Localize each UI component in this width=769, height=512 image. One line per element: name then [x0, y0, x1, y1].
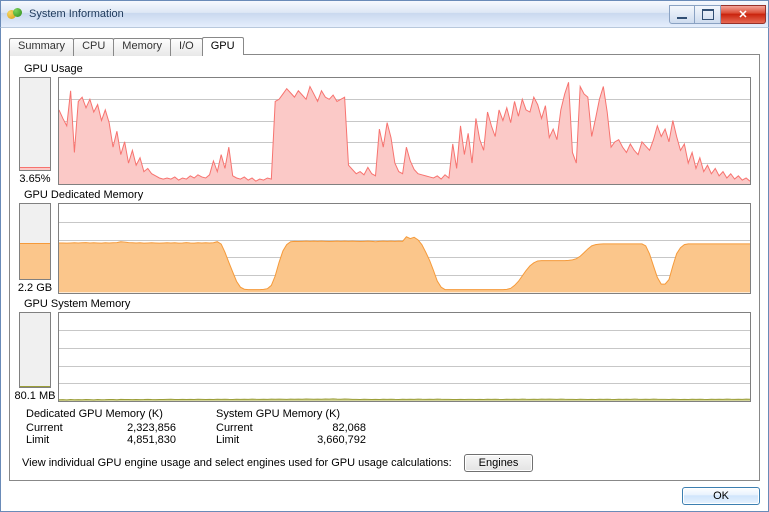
tab-gpu[interactable]: GPU	[202, 37, 244, 55]
minimize-button[interactable]	[669, 5, 695, 24]
stats-block: Dedicated GPU Memory (K) Current 2,323,8…	[26, 408, 751, 446]
titlebar[interactable]: System Information	[0, 0, 769, 28]
tab-summary[interactable]: Summary	[9, 38, 74, 56]
maximize-button[interactable]	[695, 5, 721, 24]
tab-panel-gpu: GPU Usage 3.65% GPU Dedicated Memory 2.2…	[9, 54, 760, 481]
gpu-usage-chart	[58, 77, 751, 185]
gpu-system-chart	[58, 312, 751, 402]
gpu-dedicated-mini: 2.2 GB	[18, 203, 52, 293]
gpu-system-mini: 80.1 MB	[18, 312, 52, 402]
tabstrip: Summary CPU Memory I/O GPU	[9, 36, 760, 54]
gpu-usage-value: 3.65%	[19, 173, 50, 185]
system-current-label: Current	[216, 422, 276, 434]
gpu-dedicated-label: GPU Dedicated Memory	[24, 189, 751, 201]
system-limit-label: Limit	[216, 434, 276, 446]
engine-row: View individual GPU engine usage and sel…	[22, 454, 751, 472]
client-area: Summary CPU Memory I/O GPU GPU Usage 3.6…	[0, 28, 769, 512]
tab-io[interactable]: I/O	[170, 38, 203, 56]
gpu-system-mini-fill	[20, 386, 50, 387]
engines-button[interactable]: Engines	[464, 454, 534, 472]
system-current-value: 82,068	[276, 422, 366, 434]
ok-button[interactable]: OK	[682, 487, 760, 505]
gpu-system-label: GPU System Memory	[24, 298, 751, 310]
gpu-usage-label: GPU Usage	[24, 63, 751, 75]
window-title: System Information	[29, 8, 669, 20]
bottom-bar: OK	[9, 481, 760, 505]
gpu-dedicated-mini-fill	[20, 243, 50, 279]
engine-text: View individual GPU engine usage and sel…	[22, 457, 452, 469]
gpu-dedicated-chart	[58, 203, 751, 293]
tab-memory[interactable]: Memory	[113, 38, 171, 56]
dedicated-current-label: Current	[26, 422, 86, 434]
tab-cpu[interactable]: CPU	[73, 38, 114, 56]
dedicated-current-value: 2,323,856	[86, 422, 176, 434]
dedicated-limit-label: Limit	[26, 434, 86, 446]
system-limit-value: 3,660,792	[276, 434, 366, 446]
gpu-system-value: 80.1 MB	[15, 390, 56, 402]
gpu-usage-mini: 3.65%	[18, 77, 52, 185]
dedicated-mem-header: Dedicated GPU Memory (K)	[26, 408, 176, 420]
app-icon	[7, 6, 23, 22]
gpu-usage-mini-fill	[20, 167, 50, 170]
window-buttons	[669, 5, 766, 24]
close-button[interactable]	[721, 5, 766, 24]
system-mem-header: System GPU Memory (K)	[216, 408, 366, 420]
dedicated-limit-value: 4,851,830	[86, 434, 176, 446]
gpu-dedicated-value: 2.2 GB	[18, 282, 52, 294]
